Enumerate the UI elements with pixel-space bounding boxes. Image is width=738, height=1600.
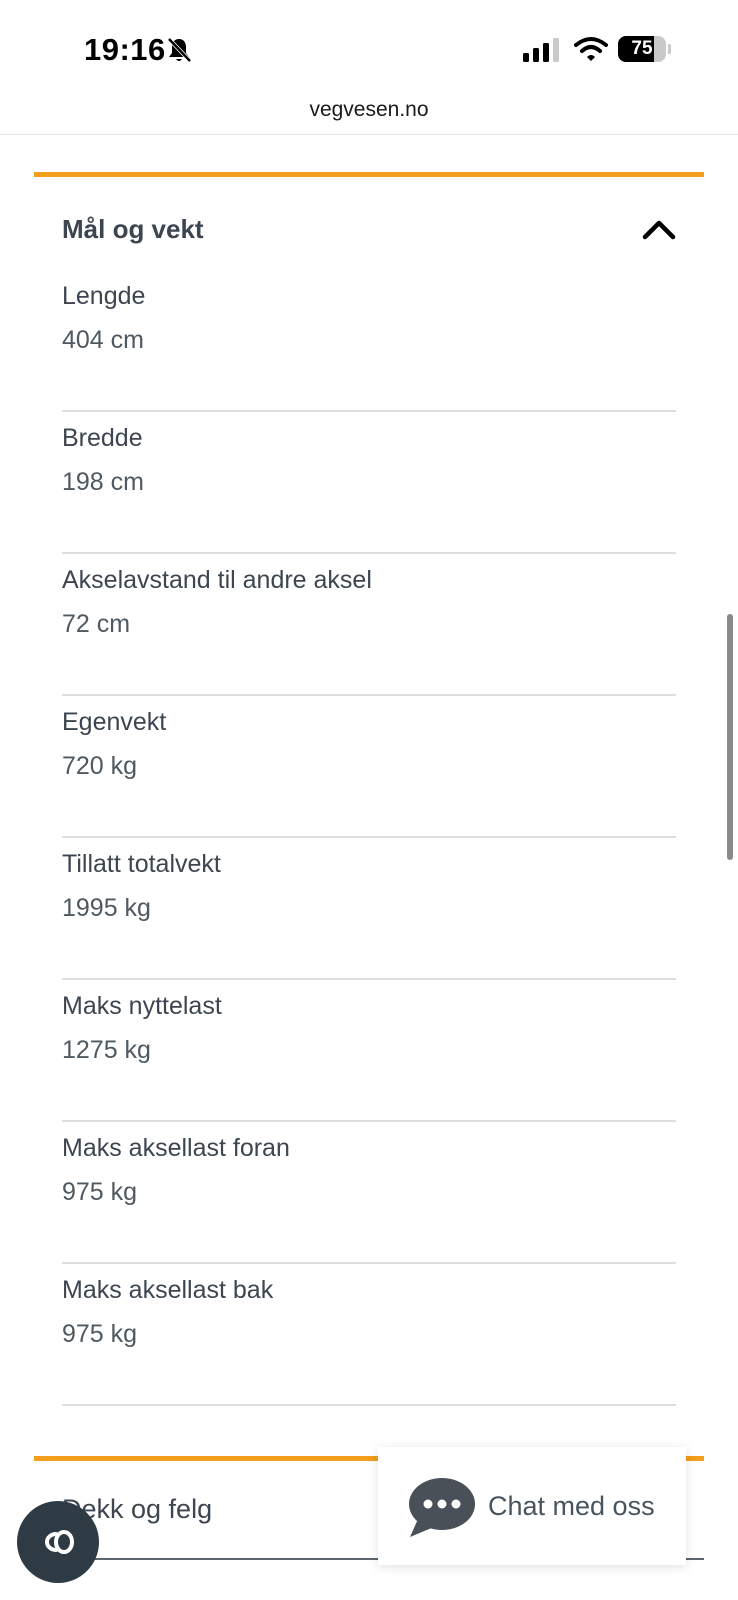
spec-value: 1275 kg bbox=[62, 1036, 151, 1064]
battery-indicator: 75 bbox=[618, 36, 671, 62]
spec-value: 1995 kg bbox=[62, 894, 151, 922]
spec-row-bredde: Bredde 198 cm bbox=[62, 412, 676, 554]
spec-value: 975 kg bbox=[62, 1178, 138, 1206]
spec-row-lengde: Lengde 404 cm bbox=[62, 270, 676, 412]
spec-value: 975 kg bbox=[62, 1320, 138, 1348]
status-time: 19:16 bbox=[84, 32, 166, 67]
spec-label: Egenvekt bbox=[62, 708, 167, 736]
page-scrollbar[interactable] bbox=[727, 614, 733, 860]
chevron-up-icon[interactable] bbox=[642, 218, 676, 240]
browser-url-bar[interactable]: vegvesen.no bbox=[0, 90, 738, 135]
section-title: Mål og vekt bbox=[62, 214, 204, 244]
spec-value: 72 cm bbox=[62, 610, 131, 638]
url-text: vegvesen.no bbox=[309, 98, 429, 121]
spec-label: Tillatt totalvekt bbox=[62, 850, 221, 878]
spec-label: Akselavstand til andre aksel bbox=[62, 566, 372, 594]
chat-bubble-icon bbox=[409, 1478, 475, 1537]
battery-percentage: 75 bbox=[631, 38, 653, 59]
spec-list: Lengde 404 cm Bredde 198 cm Akselavstand… bbox=[62, 270, 676, 1406]
spec-label: Maks aksellast foran bbox=[62, 1134, 290, 1162]
spec-row-maks-nyttelast: Maks nyttelast 1275 kg bbox=[62, 980, 676, 1122]
accordion-header-mal-og-vekt[interactable]: Mål og vekt bbox=[62, 208, 676, 252]
spec-row-akselavstand: Akselavstand til andre aksel 72 cm bbox=[62, 554, 676, 696]
bell-slash-icon bbox=[167, 37, 192, 63]
cellular-signal-icon bbox=[523, 38, 559, 62]
spec-label: Lengde bbox=[62, 282, 146, 310]
status-bar: 19:16 75 bbox=[0, 0, 738, 90]
spec-label: Maks nyttelast bbox=[62, 992, 222, 1020]
spec-row-maks-aksellast-bak: Maks aksellast bak 975 kg bbox=[62, 1264, 676, 1406]
cookie-consent-icon bbox=[45, 1530, 74, 1554]
spec-value: 404 cm bbox=[62, 326, 144, 354]
spec-row-egenvekt: Egenvekt 720 kg bbox=[62, 696, 676, 838]
chat-button[interactable]: Chat med oss bbox=[378, 1447, 686, 1565]
wifi-icon bbox=[574, 37, 608, 61]
spec-value: 198 cm bbox=[62, 468, 144, 496]
spec-row-maks-aksellast-foran: Maks aksellast foran 975 kg bbox=[62, 1122, 676, 1264]
cookie-settings-button[interactable] bbox=[17, 1501, 99, 1583]
spec-row-tillatt-totalvekt: Tillatt totalvekt 1995 kg bbox=[62, 838, 676, 980]
spec-value: 720 kg bbox=[62, 752, 138, 780]
spec-label: Bredde bbox=[62, 424, 143, 452]
spec-label: Maks aksellast bak bbox=[62, 1276, 274, 1304]
chat-label: Chat med oss bbox=[488, 1491, 655, 1521]
section-accent-line bbox=[34, 172, 704, 177]
